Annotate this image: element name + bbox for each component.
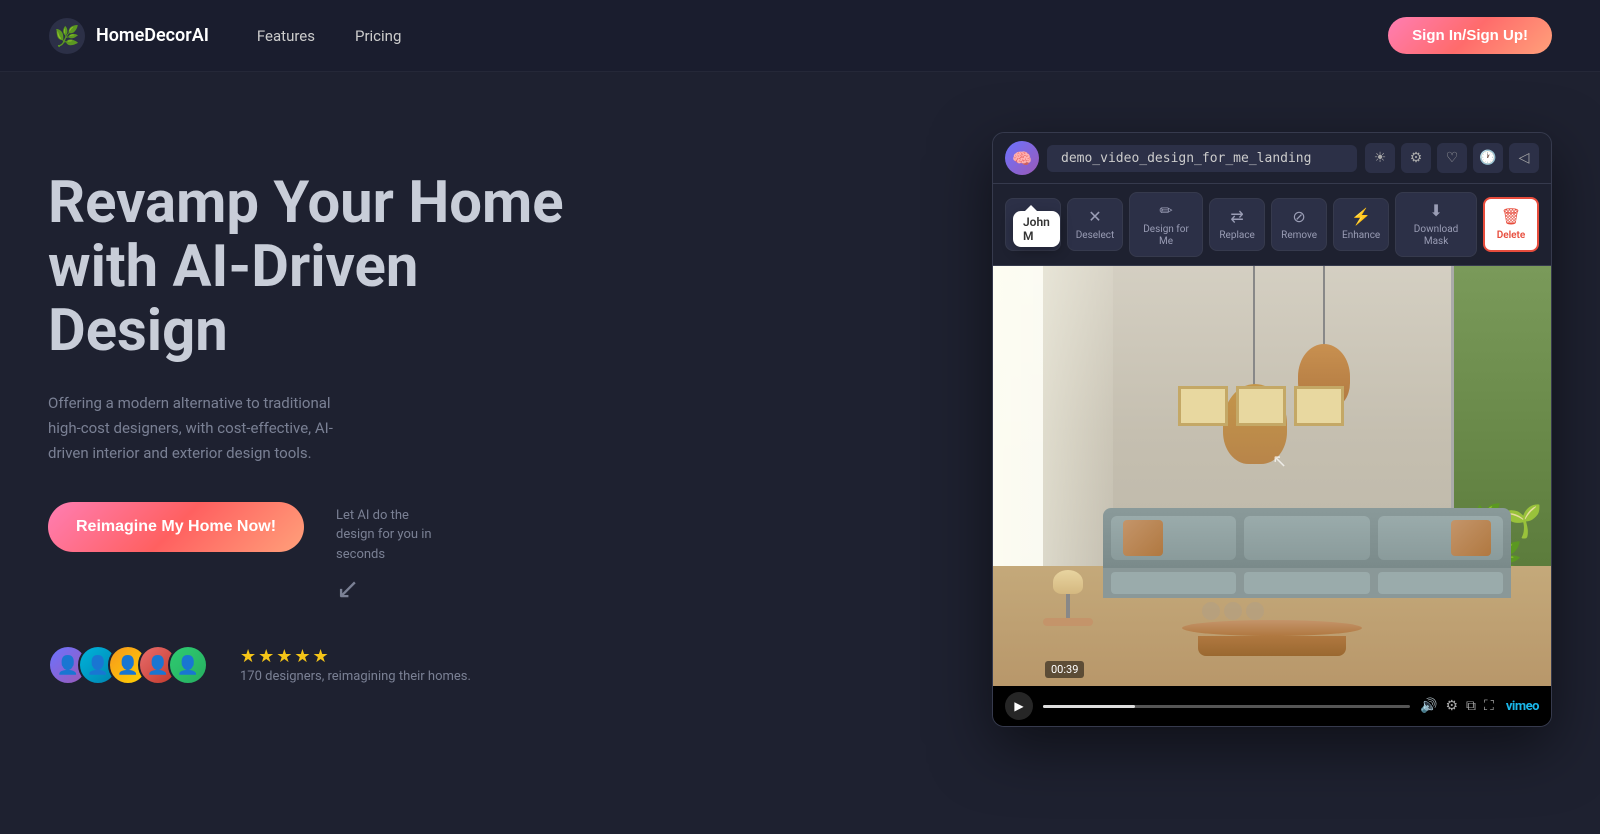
coffee-table [1182,620,1362,656]
sofa-cushion-2 [1244,516,1369,560]
enhance-label: Enhance [1342,230,1380,242]
sofa-pillow-1 [1123,520,1163,556]
app-toolbar: ↺ Undo ✕ Deselect ✏ Design for Me ⇄ Repl… [993,184,1551,266]
social-desc: 170 designers, reimagining their homes. [240,669,471,684]
delete-button[interactable]: 🗑 Delete [1483,197,1539,252]
progress-fill [1043,705,1135,708]
wall-art-2 [1236,386,1286,426]
replace-button[interactable]: ⇄ Replace [1209,198,1265,251]
replace-icon: ⇄ [1230,207,1243,226]
video-area: 🌿🌱🌿 [993,266,1551,726]
right-panel: 🧠 demo_video_design_for_me_landing John … [608,132,1552,727]
wall-art-group [1178,386,1344,426]
settings-video-icon[interactable]: ⚙ [1445,698,1458,714]
app-window: 🧠 demo_video_design_for_me_landing John … [992,132,1552,727]
settings-icon[interactable]: ⚙ [1401,143,1431,173]
history-icon[interactable]: 🕐 [1473,143,1503,173]
download-mask-button[interactable]: ⬇ Download Mask [1395,192,1477,257]
side-table [1043,570,1093,626]
enhance-button[interactable]: ⚡ Enhance [1333,198,1389,251]
wall-art-1 [1178,386,1228,426]
main-content: Revamp Your Home with AI-Driven Design O… [0,72,1600,834]
avatar-5: 👤 [168,645,208,685]
app-topbar-icons: ☀ ⚙ ♡ 🕐 ◁ [1365,143,1539,173]
deselect-button[interactable]: ✕ Deselect [1067,198,1123,251]
design-for-me-button[interactable]: ✏ Design for Me [1129,192,1203,257]
deselect-label: Deselect [1076,230,1115,242]
download-icon: ⬇ [1429,201,1442,220]
sofa-seat-cushion-1 [1111,572,1236,594]
hero-title: Revamp Your Home with AI-Driven Design [48,172,568,363]
ai-note-area: Let AI do the design for you in seconds … [336,502,436,606]
user-tooltip: John M [1013,211,1060,247]
video-timestamp: 00:39 [1045,661,1084,678]
sofa-seat [1103,568,1511,598]
room-scene: 🌿🌱🌿 [993,266,1551,686]
cta-button[interactable]: Reimagine My Home Now! [48,502,304,552]
cta-row: Reimagine My Home Now! Let AI do the des… [48,502,568,606]
heart-icon[interactable]: ♡ [1437,143,1467,173]
replace-label: Replace [1219,230,1255,242]
svg-text:🌿: 🌿 [55,24,80,48]
table-item-1 [1202,602,1220,620]
social-proof: 👤 👤 👤 👤 👤 ★★★★★ 170 designers, reimagini… [48,645,568,685]
nav-features[interactable]: Features [257,27,315,45]
logo-area: 🌿 HomeDecorAI [48,17,209,55]
download-mask-label: Download Mask [1406,224,1466,248]
avatar-stack: 👤 👤 👤 👤 👤 [48,645,208,685]
navbar: 🌿 HomeDecorAI Features Pricing Sign In/S… [0,0,1600,72]
cursor-indicator: ↖ [1272,451,1287,472]
sofa-seat-cushion-3 [1378,572,1503,594]
stars-rating: ★★★★★ [240,646,471,667]
delete-label: Delete [1497,230,1526,242]
design-label: Design for Me [1140,224,1192,248]
nav-pricing[interactable]: Pricing [355,27,401,45]
side-lamp-base [1066,594,1070,618]
table-item-3 [1246,602,1264,620]
progress-bar[interactable] [1043,705,1410,708]
lamp-cord-2 [1323,266,1325,346]
wall-art-3 [1294,386,1344,426]
app-topbar: 🧠 demo_video_design_for_me_landing John … [993,133,1551,184]
fullscreen-icon[interactable]: ⛶ [1484,698,1494,714]
navbar-left: 🌿 HomeDecorAI Features Pricing [48,17,401,55]
play-button[interactable]: ▶ [1005,692,1033,720]
table-items [1202,602,1264,620]
left-panel: Revamp Your Home with AI-Driven Design O… [48,132,568,685]
send-icon[interactable]: ◁ [1509,143,1539,173]
side-table-top [1043,618,1093,626]
coffee-table-legs [1198,636,1346,656]
picture-in-picture-icon[interactable]: ⧉ [1466,698,1476,714]
remove-button[interactable]: ⊘ Remove [1271,198,1327,251]
remove-label: Remove [1281,230,1317,242]
side-lamp-shade [1053,570,1083,594]
arrow-curl-icon: ↙ [336,572,436,605]
lamp-cord-1 [1253,266,1255,386]
delete-icon: 🗑 [1501,207,1521,226]
sun-icon[interactable]: ☀ [1365,143,1395,173]
hero-subtitle: Offering a modern alternative to traditi… [48,391,358,465]
sofa [1103,508,1511,598]
vimeo-logo: vimeo [1506,699,1539,714]
logo-icon: 🌿 [48,17,86,55]
video-controls: ▶ 🔊 ⚙ ⧉ ⛶ vimeo [993,686,1551,726]
coffee-table-top [1182,620,1362,636]
video-control-icons: 🔊 ⚙ ⧉ ⛶ vimeo [1420,698,1539,714]
nav-links: Features Pricing [257,27,401,45]
sofa-back [1103,508,1511,568]
signin-button[interactable]: Sign In/Sign Up! [1388,17,1552,54]
table-item-2 [1224,602,1242,620]
social-text: ★★★★★ 170 designers, reimagining their h… [240,646,471,684]
sofa-pillow-2 [1451,520,1491,556]
sofa-seat-cushion-2 [1244,572,1369,594]
volume-icon[interactable]: 🔊 [1420,698,1437,714]
remove-icon: ⊘ [1292,207,1305,226]
enhance-icon: ⚡ [1351,207,1371,226]
design-icon: ✏ [1159,201,1172,220]
logo-text: HomeDecorAI [96,25,209,46]
app-filename: demo_video_design_for_me_landing [1047,145,1357,172]
app-user-avatar: 🧠 [1005,141,1039,175]
deselect-icon: ✕ [1088,207,1101,226]
ai-note: Let AI do the design for you in seconds [336,502,436,565]
